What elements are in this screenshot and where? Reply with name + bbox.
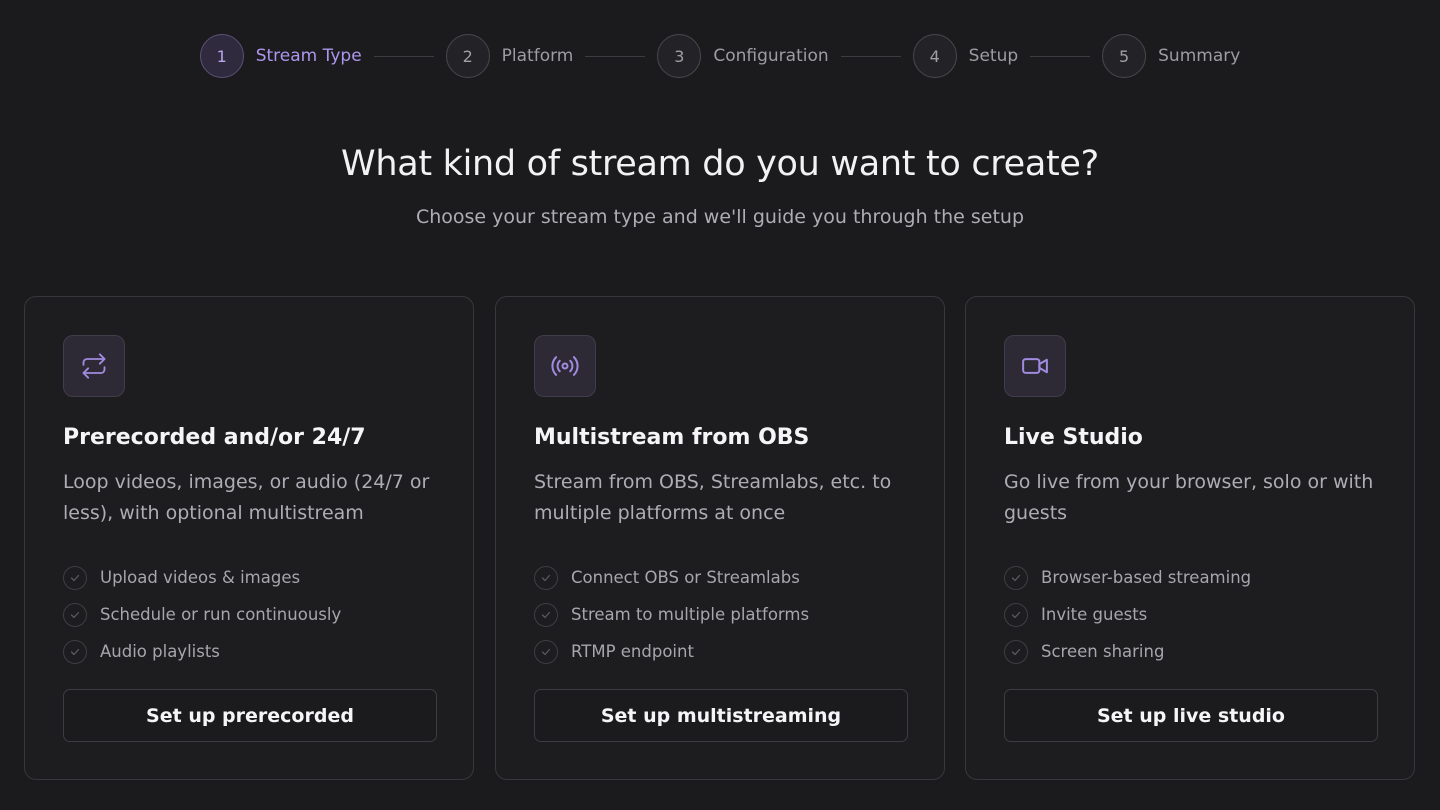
feature-text: Connect OBS or Streamlabs [571,568,800,587]
card-title: Live Studio [1004,425,1143,450]
check-icon [534,602,558,627]
check-icon [1004,602,1028,627]
feature-text: Schedule or run continuously [100,605,342,624]
list-item: RTMP endpoint [534,633,809,670]
step-connector [585,55,646,57]
step-summary[interactable]: 5 Summary [1102,34,1240,78]
check-icon [63,565,87,590]
step-connector [1030,55,1091,57]
list-item: Invite guests [1004,596,1251,633]
card-description: Stream from OBS, Streamlabs, etc. to mul… [534,471,892,524]
step-label: Summary [1158,46,1241,66]
feature-text: Screen sharing [1041,642,1165,661]
page-title: What kind of stream do you want to creat… [341,144,1099,184]
step-number: 1 [199,34,244,78]
page-subtitle: Choose your stream type and we'll guide … [415,206,1025,228]
feature-text: Upload videos & images [100,568,301,587]
check-icon [534,639,558,664]
step-label: Configuration [713,46,829,66]
card-live-studio[interactable]: Live Studio Go live from your browser, s… [965,296,1415,780]
step-platform[interactable]: 2 Platform [445,34,574,78]
card-description: Go live from your browser, solo or with … [1004,471,1374,524]
step-number: 4 [912,34,957,78]
feature-text: Invite guests [1041,605,1148,624]
setup-prerecorded-button[interactable]: Set up prerecorded [63,689,437,742]
check-icon [63,602,87,627]
step-label: Setup [968,46,1019,66]
setup-multistreaming-button[interactable]: Set up multistreaming [534,689,908,742]
card-multistream[interactable]: Multistream from OBS Stream from OBS, St… [495,296,945,780]
feature-text: RTMP endpoint [571,642,694,661]
feature-text: Stream to multiple platforms [571,605,810,624]
step-stream-type[interactable]: 1 Stream Type [199,34,362,78]
step-label: Stream Type [255,46,362,66]
setup-live-studio-button[interactable]: Set up live studio [1004,689,1378,742]
feature-text: Audio playlists [100,642,220,661]
check-icon [63,639,87,664]
feature-text: Browser-based streaming [1041,568,1252,587]
step-setup[interactable]: 4 Setup [912,34,1019,78]
step-label: Platform [501,46,574,66]
step-connector [840,55,901,57]
list-item: Connect OBS or Streamlabs [534,559,809,596]
check-icon [534,565,558,590]
list-item: Stream to multiple platforms [534,596,809,633]
list-item: Schedule or run continuously [63,596,341,633]
step-number: 2 [445,34,490,78]
check-icon [1004,565,1028,590]
card-prerecorded[interactable]: Prerecorded and/or 24/7 Loop videos, ima… [24,296,474,780]
repeat-icon [63,335,125,397]
list-item: Browser-based streaming [1004,559,1251,596]
stream-type-page: 1 Stream Type 2 Platform 3 Configuration… [0,0,1440,810]
progress-stepper: 1 Stream Type 2 Platform 3 Configuration… [0,34,1440,78]
check-icon [1004,639,1028,664]
card-description: Loop videos, images, or audio (24/7 or l… [63,471,430,524]
list-item: Upload videos & images [63,559,341,596]
step-number: 3 [657,34,702,78]
card-title: Prerecorded and/or 24/7 [63,425,366,450]
card-title: Multistream from OBS [534,425,810,450]
feature-list: Browser-based streaming Invite guests Sc… [1004,559,1251,670]
list-item: Audio playlists [63,633,341,670]
feature-list: Upload videos & images Schedule or run c… [63,559,341,670]
step-connector [373,55,434,57]
broadcast-icon [534,335,596,397]
step-configuration[interactable]: 3 Configuration [657,34,829,78]
step-number: 5 [1102,34,1147,78]
feature-list: Connect OBS or Streamlabs Stream to mult… [534,559,809,670]
video-camera-icon [1004,335,1066,397]
list-item: Screen sharing [1004,633,1251,670]
